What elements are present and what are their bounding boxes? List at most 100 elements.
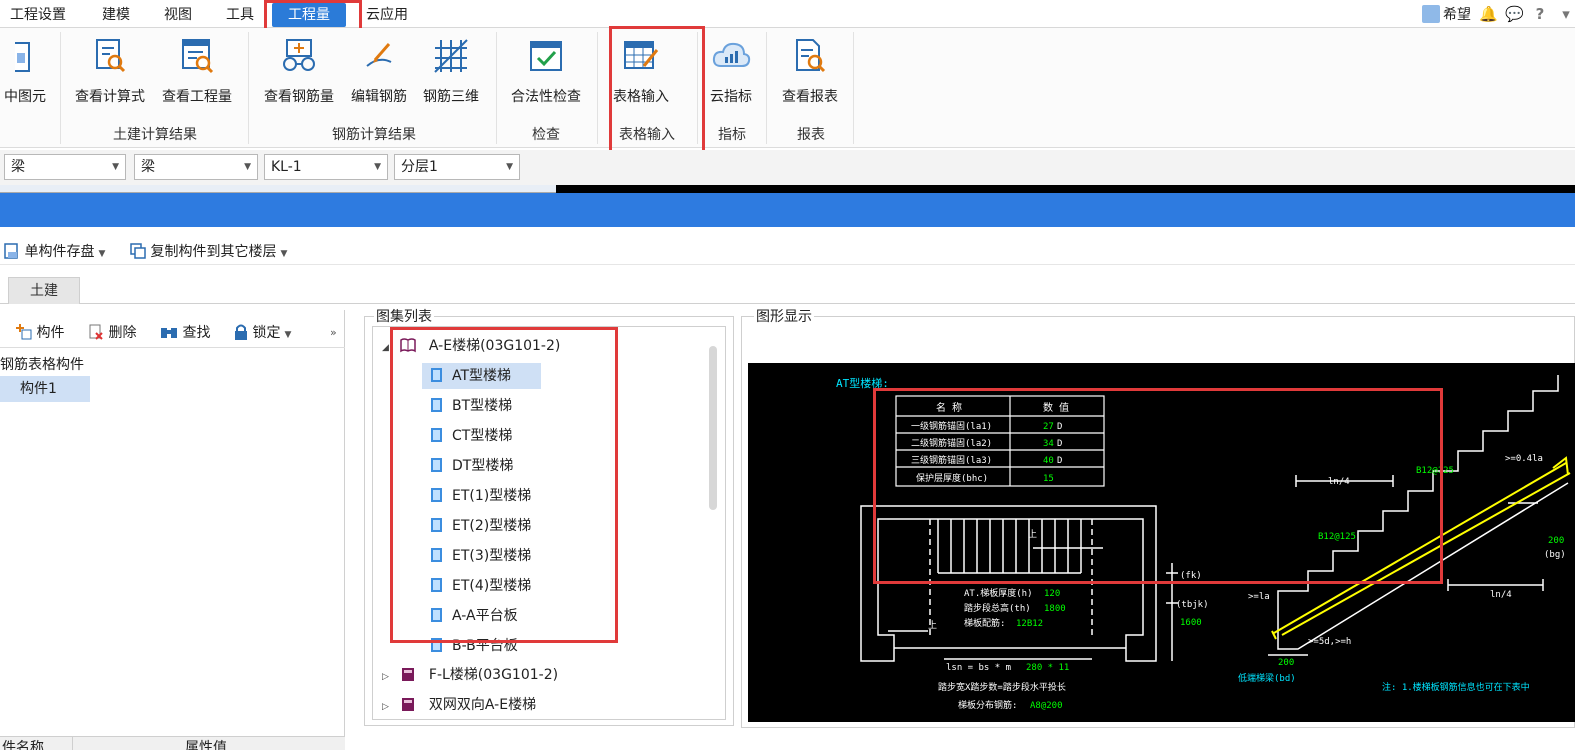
atlas-list-item[interactable]: DT型楼梯 bbox=[422, 453, 543, 479]
shirt-icon[interactable]: ▾ bbox=[1557, 5, 1575, 23]
layer-select[interactable]: 分层1 ▼ bbox=[394, 154, 520, 180]
help-icon[interactable]: ? bbox=[1531, 5, 1549, 23]
copy-to-floors-button[interactable]: 复制构件到其它楼层 ▼ bbox=[130, 241, 287, 263]
table-row-unit: D bbox=[1057, 422, 1062, 432]
stair-doc-icon bbox=[431, 638, 442, 652]
category-select[interactable]: 梁 ▼ bbox=[4, 154, 126, 180]
stair-section-view bbox=[1268, 375, 1569, 656]
view-report-button[interactable]: 查看报表 bbox=[776, 36, 844, 106]
menu-tools[interactable]: 工具 bbox=[226, 4, 254, 26]
atlas-list-item[interactable]: ET(4)型楼梯 bbox=[422, 573, 561, 599]
stair-doc-icon bbox=[431, 548, 442, 562]
atlas-list-item[interactable]: ET(1)型楼梯 bbox=[422, 483, 561, 509]
menu-cloud-apps[interactable]: 云应用 bbox=[366, 4, 408, 26]
chevron-down-icon: ▼ bbox=[98, 249, 106, 259]
tree-group-label: 双网双向A-E楼梯 bbox=[428, 697, 537, 713]
atlas-list-item[interactable]: B-B平台板 bbox=[422, 633, 548, 659]
thickness-value: 120 bbox=[1044, 589, 1060, 599]
step-note: 踏步宽X踏步数=踏步段水平投长 bbox=[938, 681, 1066, 693]
atlas-list-item[interactable]: ET(3)型楼梯 bbox=[422, 543, 561, 569]
user-menu[interactable]: 希望 bbox=[1422, 4, 1471, 24]
user-name: 希望 bbox=[1443, 7, 1471, 23]
atlas-list-item[interactable]: AT型楼梯 bbox=[422, 363, 542, 389]
ribbon-label: 合法性检查 bbox=[511, 89, 581, 105]
tree-item-component1[interactable]: 构件1 bbox=[0, 376, 90, 402]
plan-corner-mark: 上 bbox=[928, 620, 937, 631]
menu-modeling[interactable]: 建模 bbox=[102, 4, 130, 26]
height-value: 1800 bbox=[1044, 604, 1066, 614]
type-select[interactable]: 梁 ▼ bbox=[134, 154, 258, 180]
atlas-list-item[interactable]: BT型楼梯 bbox=[422, 393, 542, 419]
tree-group-ae-stairs[interactable]: ◢ A-E楼梯(03G101-2) bbox=[382, 333, 560, 359]
lock-component-button[interactable]: 锁定 ▼ bbox=[234, 322, 291, 344]
save-component-button[interactable]: 单构件存盘 ▼ bbox=[4, 241, 105, 263]
delete-component-button[interactable]: 删除 bbox=[88, 322, 136, 344]
rebar-3d-button[interactable]: 钢筋三维 bbox=[418, 36, 484, 106]
atlas-list-item-label: ET(1)型楼梯 bbox=[452, 488, 532, 504]
menu-bar: 工程设置 建模 视图 工具 工程量 云应用 希望 🔔 💬 ? ▾ bbox=[0, 0, 1575, 28]
view-report-icon bbox=[796, 39, 826, 73]
chat-icon[interactable]: 💬 bbox=[1505, 5, 1524, 23]
edit-rebar-button[interactable]: 编辑钢筋 bbox=[346, 36, 412, 106]
select-element-button[interactable]: 中图元 bbox=[0, 36, 50, 106]
menu-project-settings[interactable]: 工程设置 bbox=[10, 4, 66, 26]
collapse-triangle-icon: ▷ bbox=[382, 702, 389, 712]
bell-icon[interactable]: 🔔 bbox=[1479, 5, 1498, 23]
stair-doc-icon bbox=[431, 398, 442, 412]
table-header-name: 名 称 bbox=[936, 401, 962, 414]
view-rebar-button[interactable]: 查看钢筋量 bbox=[259, 36, 339, 106]
ribbon-separator bbox=[853, 32, 854, 144]
menu-right-area: 希望 🔔 💬 ? ▾ bbox=[1422, 3, 1575, 25]
atlas-list-item[interactable]: A-A平台板 bbox=[422, 603, 548, 629]
atlas-list-item-label: CT型楼梯 bbox=[452, 428, 513, 444]
v200-right: 200 bbox=[1548, 536, 1564, 546]
property-grid-header: 件名称 属性值 bbox=[0, 736, 345, 750]
ribbon-label: 钢筋三维 bbox=[423, 89, 479, 105]
atlas-scrollbar[interactable] bbox=[709, 346, 717, 510]
rebar-bottom-label: B12@125 bbox=[1318, 532, 1356, 542]
atlas-list-item[interactable]: CT型楼梯 bbox=[422, 423, 542, 449]
ln4-label-bottom: ln/4 bbox=[1490, 590, 1512, 600]
find-component-label: 查找 bbox=[182, 325, 211, 341]
stair-drawing-canvas[interactable]: AT型楼梯: 名 称 数 值 一级钢筋锚固(la1) 27 D 二级钢筋锚固(l… bbox=[748, 363, 1575, 722]
table-row-value: 34 bbox=[1043, 439, 1054, 449]
atlas-list-item-label: ET(2)型楼梯 bbox=[452, 518, 532, 534]
display-title: 图形显示 bbox=[754, 306, 814, 326]
expand-toolbar-icon[interactable]: » bbox=[330, 322, 337, 344]
atlas-list-item-label: DT型楼梯 bbox=[452, 458, 514, 474]
ribbon-separator bbox=[766, 32, 767, 144]
add-icon bbox=[16, 324, 32, 340]
stair-plan-view bbox=[860, 505, 1178, 662]
menu-view[interactable]: 视图 bbox=[164, 4, 192, 26]
add-component-button[interactable]: 构件 bbox=[16, 322, 64, 344]
stair-rebar bbox=[1271, 456, 1571, 640]
cloud-index-button[interactable]: 云指标 bbox=[704, 36, 758, 106]
up-label: 上 bbox=[1028, 529, 1037, 540]
ribbon-separator bbox=[60, 32, 61, 144]
stair-drawing: AT型楼梯: 名 称 数 值 一级钢筋锚固(la1) 27 D 二级钢筋锚固(l… bbox=[836, 375, 1571, 711]
edit-rebar-icon bbox=[366, 43, 392, 67]
find-component-button[interactable]: 查找 bbox=[160, 322, 210, 344]
component-select[interactable]: KL-1 ▼ bbox=[264, 154, 388, 180]
table-input-button[interactable]: 表格输入 bbox=[606, 36, 676, 106]
tree-group-double-mesh-stairs[interactable]: ▷ 双网双向A-E楼梯 bbox=[382, 692, 536, 718]
chevron-down-icon: ▼ bbox=[280, 249, 288, 259]
tree-group-fl-stairs[interactable]: ▷ F-L楼梯(03G101-2) bbox=[382, 662, 558, 688]
atlas-list-item-label: BT型楼梯 bbox=[452, 398, 513, 414]
book-icon bbox=[402, 698, 415, 711]
column-divider bbox=[72, 737, 73, 750]
delete-component-label: 删除 bbox=[108, 325, 137, 341]
view-formula-button[interactable]: 查看计算式 bbox=[70, 36, 150, 106]
menu-quantity[interactable]: 工程量 bbox=[272, 3, 346, 27]
atlas-list-item[interactable]: ET(2)型楼梯 bbox=[422, 513, 561, 539]
category-select-value: 梁 bbox=[11, 159, 25, 175]
atlas-list-item-label: ET(3)型楼梯 bbox=[452, 548, 532, 564]
atlas-list-item-label: ET(4)型楼梯 bbox=[452, 578, 532, 594]
view-quantity-button[interactable]: 查看工程量 bbox=[157, 36, 237, 106]
validity-check-button[interactable]: 合法性检查 bbox=[505, 36, 587, 106]
tree-item-component1-label: 构件1 bbox=[20, 381, 57, 397]
tab-civil[interactable]: 土建 bbox=[8, 277, 80, 304]
table-row-unit: D bbox=[1057, 439, 1062, 449]
fk-label: (fk) bbox=[1180, 571, 1202, 581]
tree-root-rebar-table[interactable]: 钢筋表格构件 bbox=[0, 354, 84, 374]
